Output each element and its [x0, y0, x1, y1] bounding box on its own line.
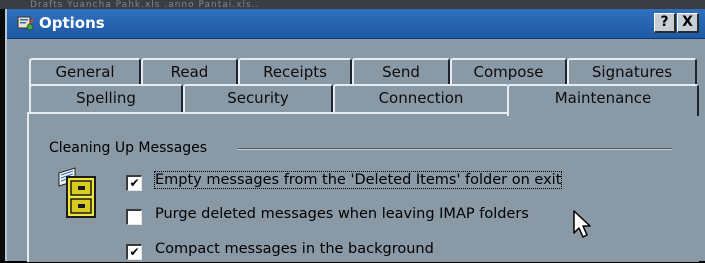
tab-receipts[interactable]: Receipts [238, 58, 352, 86]
help-button[interactable]: ? [654, 13, 676, 33]
tab-row-1: General Read Receipts Send Compose Signa… [29, 58, 697, 86]
close-button[interactable]: X [677, 13, 699, 33]
mouse-pointer-icon [573, 210, 591, 238]
option-label: Compact messages in the background [155, 241, 434, 257]
option-label: Purge deleted messages when leaving IMAP… [155, 206, 529, 222]
file-cabinet-icon [58, 167, 96, 218]
tab-connection[interactable]: Connection [333, 84, 509, 112]
background-window-strip: Drafts Yuancha Pahk.xls .anno Pantai.xls… [0, 0, 705, 10]
tab-spelling[interactable]: Spelling [29, 84, 183, 112]
option-purge-imap[interactable]: Purge deleted messages when leaving IMAP… [126, 206, 566, 228]
group-label-cleaning: Cleaning Up Messages [49, 140, 214, 156]
title-bar[interactable]: Options ? X [7, 9, 705, 39]
dialog-title: Options [39, 14, 105, 32]
option-empty-deleted-items[interactable]: ✔ Empty messages from the 'Deleted Items… [126, 171, 566, 194]
tab-signatures[interactable]: Signatures [567, 58, 697, 86]
options-dialog: Options ? X General Read Receipts Send C… [5, 9, 705, 263]
tab-read[interactable]: Read [141, 58, 238, 86]
option-compact-background[interactable]: ✔ Compact messages in the background [126, 241, 566, 263]
tab-send[interactable]: Send [352, 58, 450, 86]
group-divider [238, 148, 672, 150]
tab-general[interactable]: General [29, 58, 141, 86]
tab-security[interactable]: Security [183, 84, 333, 112]
checkbox-empty-deleted-items[interactable]: ✔ [126, 175, 142, 191]
checkbox-purge-imap[interactable] [126, 209, 142, 225]
tab-compose[interactable]: Compose [450, 58, 567, 86]
options-app-icon [17, 16, 34, 31]
tab-maintenance[interactable]: Maintenance [507, 84, 699, 116]
option-label: Empty messages from the 'Deleted Items' … [153, 171, 563, 189]
checkbox-compact-background[interactable]: ✔ [126, 244, 142, 260]
